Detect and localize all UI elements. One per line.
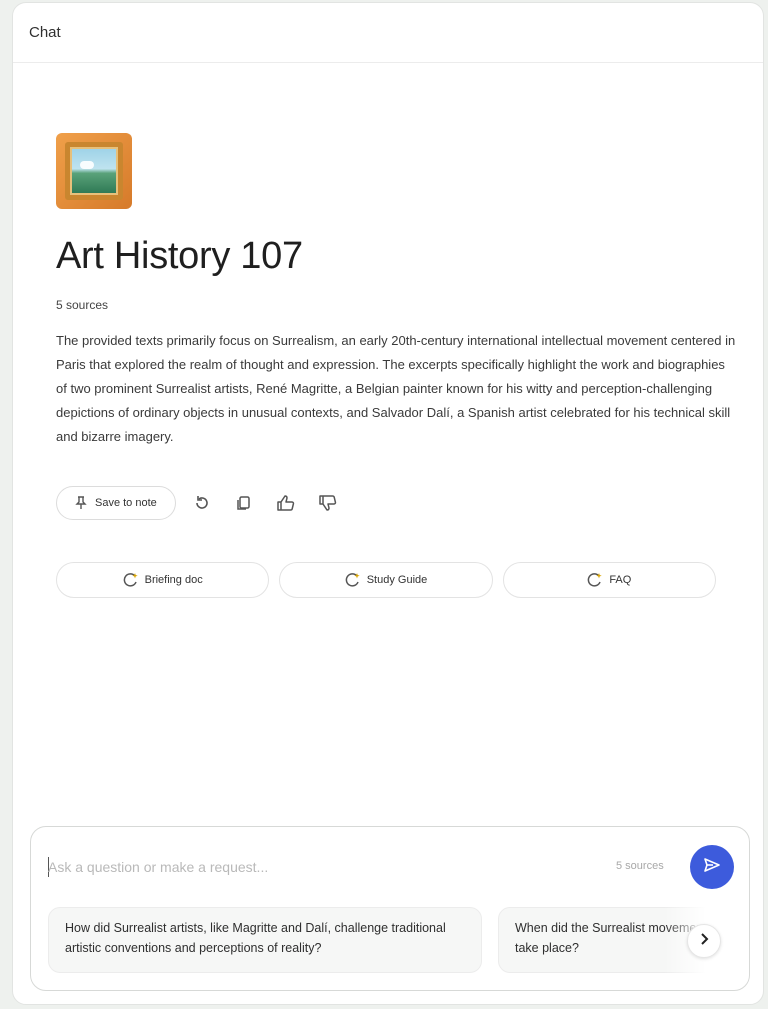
faq-label: FAQ (609, 574, 632, 586)
save-to-note-button[interactable]: Save to note (56, 486, 176, 520)
faq-chip[interactable]: FAQ (502, 562, 716, 598)
notebook-summary: The provided texts primarily focus on Su… (56, 333, 736, 444)
note-spark-icon (345, 572, 361, 588)
send-icon (703, 857, 721, 878)
suggested-questions: How did Surrealist artists, like Magritt… (48, 907, 734, 977)
panel-title: Chat (29, 24, 61, 41)
study-guide-chip[interactable]: Study Guide (279, 562, 493, 598)
chat-panel: Chat Art History 107 5 sources The provi… (12, 2, 764, 1005)
response-actions: Save to note (56, 485, 344, 521)
thumbs-down-button[interactable] (312, 487, 344, 519)
chevron-right-icon (699, 932, 709, 950)
note-spark-icon (123, 572, 139, 588)
briefing-doc-label: Briefing doc (144, 574, 203, 586)
refresh-icon (193, 494, 211, 512)
chat-composer: 5 sources How did Surrealist artists, li… (30, 826, 750, 991)
pin-icon (75, 496, 87, 510)
copy-icon (235, 494, 253, 512)
composer-source-count: 5 sources (616, 860, 664, 872)
suggested-question[interactable]: How did Surrealist artists, like Magritt… (48, 907, 482, 973)
notebook-title: Art History 107 (56, 235, 303, 277)
source-count: 5 sources (56, 298, 109, 312)
suggested-notes: Briefing doc Study Guide FAQ (56, 562, 716, 598)
copy-button[interactable] (228, 487, 260, 519)
thumbs-up-icon (276, 494, 296, 512)
save-to-note-label: Save to note (95, 497, 157, 509)
scroll-suggestions-button[interactable] (687, 924, 721, 958)
chat-input[interactable] (48, 855, 568, 879)
send-button[interactable] (690, 845, 734, 889)
briefing-doc-chip[interactable]: Briefing doc (56, 562, 270, 598)
panel-header: Chat (13, 3, 763, 63)
study-guide-label: Study Guide (366, 574, 428, 586)
regenerate-button[interactable] (186, 487, 218, 519)
note-spark-icon (587, 572, 603, 588)
framed-painting-icon (56, 133, 132, 209)
thumbs-up-button[interactable] (270, 487, 302, 519)
thumbs-down-icon (318, 494, 338, 512)
